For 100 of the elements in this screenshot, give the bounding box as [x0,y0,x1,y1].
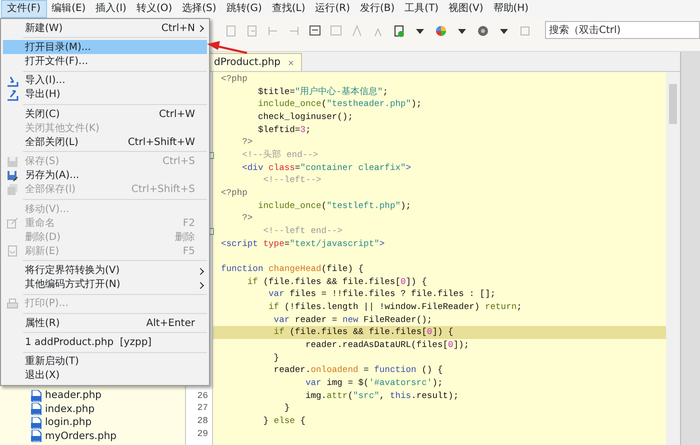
window-icon [330,25,342,37]
tree-item[interactable]: index.php [30,402,185,416]
menu-item[interactable]: 1 addProduct.php [yzpp] [3,335,207,350]
code-line: } [283,402,291,416]
menu-item-label: 其他编码方式打开(N) [25,278,120,292]
menu-item[interactable]: 其他编码方式打开(N) [3,278,207,292]
menu-item-label: 打开目录(M)... [25,40,91,55]
menu-item-label: 打印(P)... [25,296,68,312]
save-all-icon [6,184,19,196]
import-icon [6,74,19,87]
code-line: if (!files.length || !window.FileReader) return; [268,301,523,314]
document-icon [246,25,258,37]
menu-item-label: 将行定界符转换为(V) [25,264,120,278]
code-line: include_once("testleft.php"); [256,200,412,212]
code-line: var img = $('#avatorsrc'); [304,377,444,390]
code-line: $leftid=3; [256,124,312,136]
save-as-icon [6,170,19,182]
menu-item-label: 导入(I)... [25,74,66,88]
code-line: ?> [241,212,254,226]
menu-item[interactable]: 工具(T) [400,1,444,17]
menu-item-label: 关闭(C) [25,108,60,122]
menu-item-label: 刷新(E) [25,244,60,259]
menu-item[interactable]: 属性(R) Alt+Enter [3,316,207,330]
code-line: <div class="container clearfix"> [241,162,412,174]
window-icon [309,25,321,37]
menu-item[interactable]: 导入(I)... [3,74,207,88]
code-line: $title="用户中心-基本信息"; [256,86,390,98]
menu-item[interactable]: 打开目录(M)... [3,40,207,54]
menu-item[interactable]: 导出(H) [3,88,207,102]
menu-item[interactable]: 文件(F) [1,0,47,18]
code-line: } [272,352,280,364]
code-line: <?php [220,187,248,200]
code-line: <!--left--> [262,174,322,188]
php-file-icon [30,390,42,402]
save-icon [6,156,19,168]
code-line: include_once("testheader.php"); [256,98,423,112]
disc-icon [477,25,489,37]
menu-item-label: 重新启动(T) [25,354,79,370]
menu-item[interactable]: 插入(I) [90,1,132,17]
menu-item[interactable]: 跳转(G) [221,1,267,17]
shortcut-label: Ctrl+W [158,108,195,122]
menu-item-label: 全部关闭(L) [25,136,78,150]
menu-item[interactable]: 新建(W) Ctrl+N [3,21,207,36]
rename-icon [6,217,19,230]
shortcut-label: Ctrl+N [161,22,195,36]
line-number: 28 [196,415,209,428]
menu-item[interactable]: 选择(S) [177,1,222,17]
close-icon [286,58,295,66]
php-file-icon [30,416,42,429]
code-line: } else { [262,415,306,428]
menu-item[interactable]: 编辑(E) [46,1,91,17]
search-field[interactable]: 搜索（双击Ctrl) [545,21,700,39]
menu-item-label: 退出(X) [25,368,60,384]
export-icon [6,88,19,101]
code-line: <script type="text/javascript"> [220,238,386,250]
line-number: 26 [196,390,209,402]
shortcut-label: Alt+Enter [146,316,195,331]
menu-item[interactable]: 帮助(H) [488,1,534,17]
code-line: reader.readAsDataURL(files[0]); [304,339,470,352]
print-icon [6,298,19,310]
php-file-icon [30,430,42,442]
code-line: reader.onloadend = function () { [272,364,444,378]
menu-item[interactable]: 另存为(A)... [3,168,207,183]
menu-item[interactable]: 关闭(C) Ctrl+W [3,107,207,122]
document-icon [225,25,237,37]
menu-item-label: 移动(V)... [25,202,70,217]
line-number: 27 [196,402,209,416]
color-wheel-icon [435,25,447,37]
menu-item-label: 属性(R) [25,316,60,331]
box-icon [519,25,531,37]
menu-item-label: 关闭其他文件(K) [25,122,100,136]
menu-item[interactable]: 重新启动(T) [3,354,207,369]
menu-item[interactable]: 视图(V) [444,1,488,17]
code-line: var files = !!file.files ? file.files : []; [268,288,497,302]
menu-item-label: 打开文件(F)... [25,54,88,69]
tree-item[interactable]: header.php [30,389,185,402]
shortcut-label: F2 [182,216,195,231]
tree-item[interactable]: myOrders.php [30,430,185,443]
menu-item[interactable]: 转义(O) [131,1,178,17]
menu-item[interactable]: 发行(B) [355,1,400,17]
menu-item-label: 重命名 [25,216,55,231]
menu-item[interactable]: 退出(X) [3,368,207,383]
tree-item[interactable]: login.php [30,416,185,430]
code-line: function changeHead(file) { [220,263,365,276]
scrollbar-thumb[interactable] [669,84,677,124]
menu-item[interactable]: 运行(R) [310,1,355,17]
shortcut-label: F5 [182,244,195,259]
menu-item[interactable]: 全部关闭(L) Ctrl+Shift+W [3,135,207,150]
menu-item-label: 导出(H) [25,88,60,102]
menu-item[interactable]: 将行定界符转换为(V) [3,264,207,278]
menu-item-label: 另存为(A)... [25,168,80,184]
menu-item-label: 新建(W) [25,22,63,36]
menu-item-label: 全部保存(l) [25,182,76,198]
code-line: img.attr("src", this.result); [304,390,460,402]
menu-item[interactable]: 查找(L) [266,1,310,17]
shortcut-label: Ctrl+S [162,155,195,170]
code-line: ?> [241,136,254,150]
shortcut-label: Ctrl+Shift+S [131,183,195,198]
code-line: check_loginuser(); [256,111,354,124]
code-line: if (file.files && file.files[0]) { [246,276,428,288]
